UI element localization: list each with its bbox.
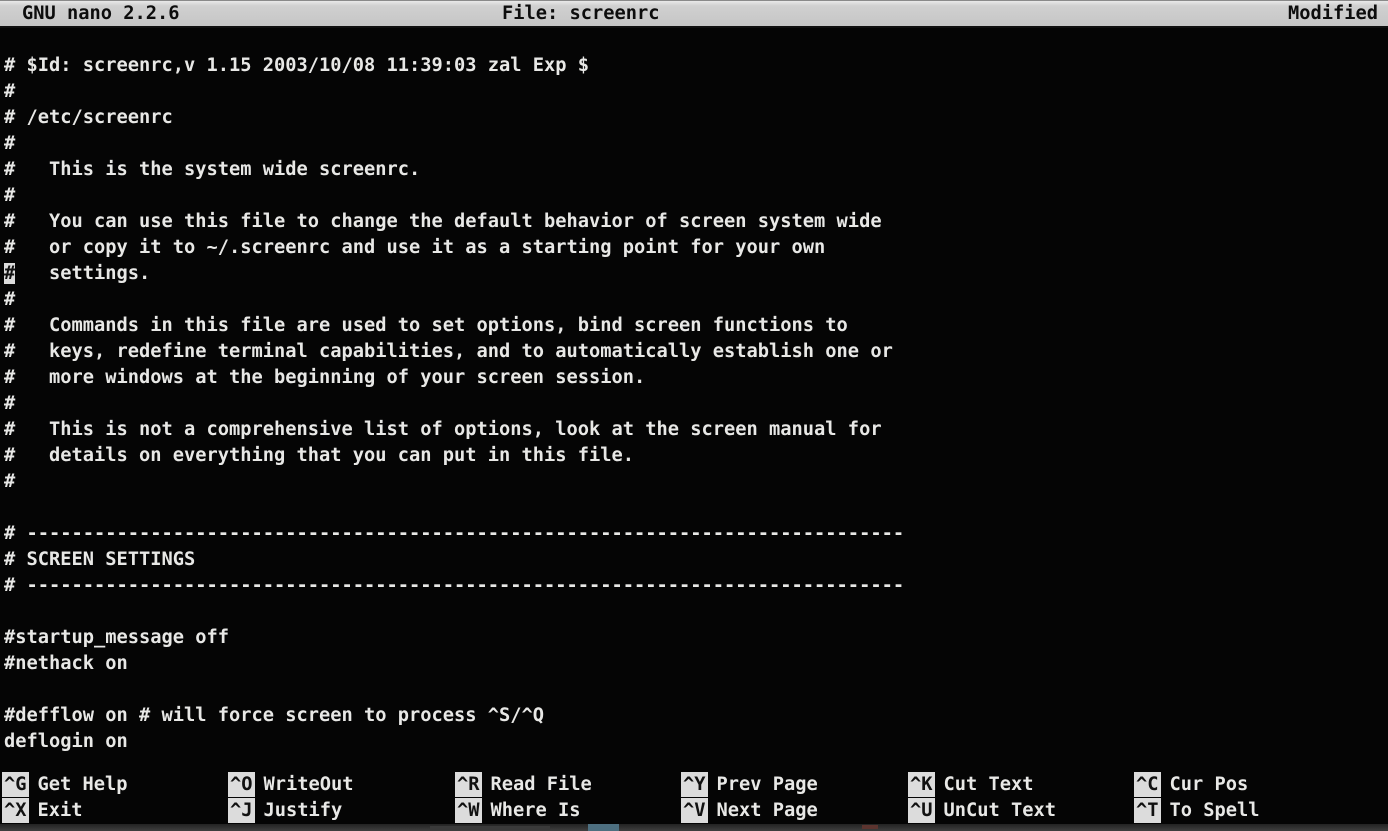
editor-line: #defflow on # will force screen to proce… — [4, 703, 1388, 729]
editor-line — [4, 677, 1388, 703]
shortcut-label: To Spell — [1170, 800, 1260, 821]
shortcut-key-badge: ^X — [2, 798, 29, 823]
background-window-smudge — [430, 826, 550, 830]
shortcut-label: WriteOut — [264, 774, 354, 795]
editor-line: # SCREEN SETTINGS — [4, 547, 1388, 573]
shortcut-label: Read File — [491, 774, 592, 795]
shortcut-cur-pos: ^C Cur Pos — [1134, 772, 1248, 798]
shortcut-key-badge: ^R — [455, 772, 482, 797]
nano-titlebar: GNU nano 2.2.6 File: screenrc Modified — [0, 0, 1388, 28]
shortcut-label: Get Help — [38, 774, 128, 795]
shortcut-key-badge: ^K — [908, 772, 935, 797]
text-cursor: # — [4, 263, 15, 284]
shortcut-key-badge: ^J — [228, 798, 255, 823]
editor-line: # — [4, 79, 1388, 105]
editor-line: # settings. — [4, 261, 1388, 287]
editor-line: deflogin on — [4, 729, 1388, 755]
editor-line: # details on everything that you can put… — [4, 443, 1388, 469]
editor-line: # — [4, 287, 1388, 313]
shortcut-get-help: ^G Get Help — [2, 772, 128, 798]
shortcut-key-badge: ^U — [908, 798, 935, 823]
editor-line: # You can use this file to change the de… — [4, 209, 1388, 235]
terminal-window[interactable]: GNU nano 2.2.6 File: screenrc Modified #… — [0, 0, 1388, 831]
shortcut-prev-page: ^Y Prev Page — [681, 772, 818, 798]
shortcut-key-badge: ^W — [455, 798, 482, 823]
shortcut-label: Cut Text — [944, 774, 1034, 795]
shortcut-next-page: ^V Next Page — [681, 798, 818, 824]
shortcut-key-badge: ^V — [681, 798, 708, 823]
shortcut-where-is: ^W Where Is — [455, 798, 581, 824]
shortcut-writeout: ^O WriteOut — [228, 772, 354, 798]
shortcut-uncut-text: ^U UnCut Text — [908, 798, 1056, 824]
shortcut-label: UnCut Text — [944, 800, 1057, 821]
shortcut-justify: ^J Justify — [228, 798, 342, 824]
editor-line: # --------------------------------------… — [4, 521, 1388, 547]
shortcut-label: Next Page — [717, 800, 818, 821]
editor-text-area[interactable]: # $Id: screenrc,v 1.15 2003/10/08 11:39:… — [0, 28, 1388, 772]
shortcut-key-badge: ^Y — [681, 772, 708, 797]
editor-line: # --------------------------------------… — [4, 573, 1388, 599]
editor-line: # — [4, 183, 1388, 209]
shortcut-bar-row-1: ^G Get Help ^O WriteOut ^R Read File ^Y Prev Pa… — [0, 772, 1388, 798]
file-name-label: File: screenrc — [502, 1, 660, 26]
editor-line: #startup_message off — [4, 625, 1388, 651]
editor-line: # Commands in this file are used to set … — [4, 313, 1388, 339]
editor-line — [4, 599, 1388, 625]
modified-status-badge: Modified — [1288, 1, 1378, 26]
shortcut-read-file: ^R Read File — [455, 772, 592, 798]
shortcut-label: Prev Page — [717, 774, 818, 795]
shortcut-label: Cur Pos — [1170, 774, 1249, 795]
nano-version-label: GNU nano 2.2.6 — [22, 1, 180, 26]
shortcut-label: Where Is — [491, 800, 581, 821]
shortcut-cut-text: ^K Cut Text — [908, 772, 1034, 798]
editor-line: # — [4, 391, 1388, 417]
editor-line: # or copy it to ~/.screenrc and use it a… — [4, 235, 1388, 261]
editor-line: # — [4, 131, 1388, 157]
shortcut-key-badge: ^O — [228, 772, 255, 797]
shortcut-key-badge: ^G — [2, 772, 29, 797]
shortcut-bar-row-2: ^X Exit ^J Justify ^W Where Is ^V Next Page ^U Un… — [0, 798, 1388, 824]
editor-line: #nethack on — [4, 651, 1388, 677]
editor-line: # This is the system wide screenrc. — [4, 157, 1388, 183]
editor-line: # more windows at the beginning of your … — [4, 365, 1388, 391]
editor-line — [4, 495, 1388, 521]
background-window-strip — [0, 824, 1388, 831]
shortcut-label: Exit — [38, 800, 83, 821]
editor-line: # /etc/screenrc — [4, 105, 1388, 131]
shortcut-exit: ^X Exit — [2, 798, 83, 824]
background-window-smudge — [862, 825, 878, 829]
editor-line: # — [4, 469, 1388, 495]
shortcut-key-badge: ^T — [1134, 798, 1161, 823]
editor-line: # keys, redefine terminal capabilities, … — [4, 339, 1388, 365]
background-window-blue-patch — [588, 824, 619, 831]
shortcut-label: Justify — [264, 800, 343, 821]
shortcut-to-spell: ^T To Spell — [1134, 798, 1260, 824]
editor-line: # $Id: screenrc,v 1.15 2003/10/08 11:39:… — [4, 53, 1388, 79]
editor-line: # This is not a comprehensive list of op… — [4, 417, 1388, 443]
shortcut-key-badge: ^C — [1134, 772, 1161, 797]
